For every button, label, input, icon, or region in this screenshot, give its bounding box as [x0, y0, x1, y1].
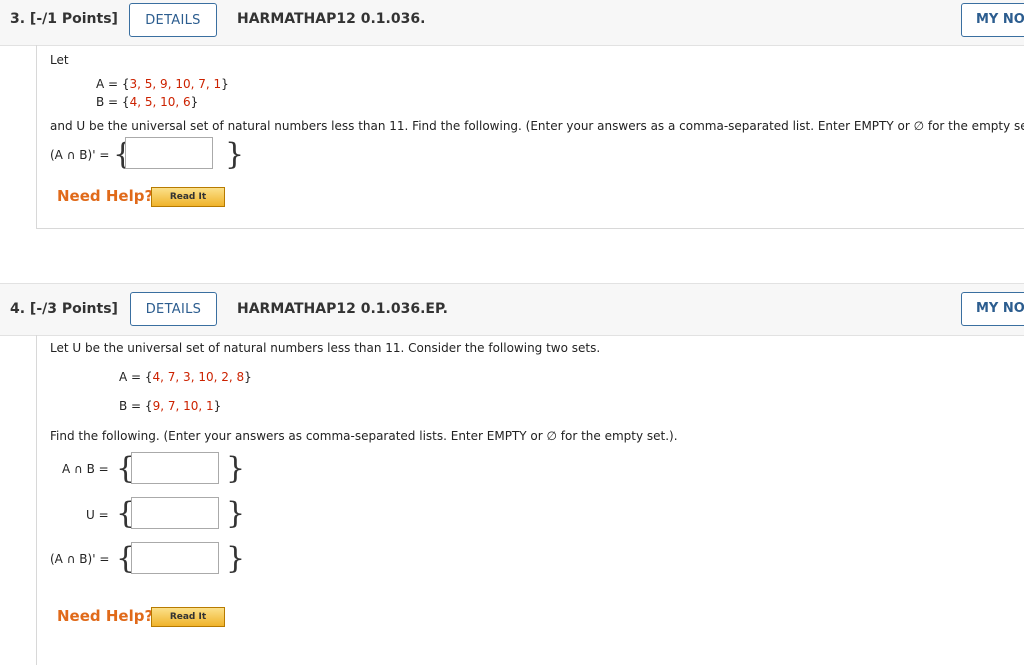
q4-set-a-values: 4, 7, 3, 10, 2, 8: [152, 370, 245, 384]
question-3-header: 3. [-/1 Points] DETAILS HARMATHAP12 0.1.…: [0, 0, 1024, 46]
q4-expr3-close-brace: }: [226, 541, 246, 576]
q3-read-it-button[interactable]: Read It: [151, 187, 225, 207]
question-4-details-button[interactable]: DETAILS: [130, 292, 217, 326]
question-4-code: HARMATHAP12 0.1.036.EP.: [237, 301, 448, 317]
q4-expr3-label: (A ∩ B)' =: [50, 552, 110, 566]
q3-let-label: Let: [50, 53, 69, 67]
q3-set-a: A = {3, 5, 9, 10, 7, 1}: [96, 77, 229, 91]
q3-set-b-values: 4, 5, 10, 6: [129, 95, 191, 109]
q4-read-it-button[interactable]: Read It: [151, 607, 225, 627]
q3-answer-1-input[interactable]: [125, 137, 213, 169]
q3-expr1-label: (A ∩ B)' =: [50, 148, 110, 162]
q4-expr2-label: U =: [86, 508, 109, 522]
question-3-code: HARMATHAP12 0.1.036.: [237, 11, 426, 27]
question-4-my-notes-button[interactable]: MY NO: [961, 292, 1024, 326]
q4-set-a: A = {4, 7, 3, 10, 2, 8}: [119, 370, 252, 384]
q4-answer-1-input[interactable]: [131, 452, 219, 484]
q4-answer-2-input[interactable]: [131, 497, 219, 529]
q3-need-help: Need Help?: [57, 187, 154, 205]
q4-set-b: B = {9, 7, 10, 1}: [119, 399, 222, 413]
q4-answer-3-input[interactable]: [131, 542, 219, 574]
question-4-number: 4. [-/3 Points]: [10, 301, 118, 317]
question-3-details-button[interactable]: DETAILS: [129, 3, 217, 37]
q4-expr1-label: A ∩ B =: [62, 462, 109, 476]
q3-close-brace: }: [225, 137, 245, 172]
q4-need-help: Need Help?: [57, 607, 154, 625]
question-4-header: 4. [-/3 Points] DETAILS HARMATHAP12 0.1.…: [0, 283, 1024, 336]
q4-expr1-close-brace: }: [226, 451, 246, 486]
question-3-number: 3. [-/1 Points]: [10, 11, 118, 27]
q4-intro: Let U be the universal set of natural nu…: [50, 341, 601, 355]
q4-expr2-close-brace: }: [226, 496, 246, 531]
q3-instructions: and U be the universal set of natural nu…: [50, 119, 1024, 133]
question-3-my-notes-button[interactable]: MY NO: [961, 3, 1024, 37]
q3-set-b: B = {4, 5, 10, 6}: [96, 95, 199, 109]
q4-instructions: Find the following. (Enter your answers …: [50, 429, 678, 443]
q4-set-b-values: 9, 7, 10, 1: [152, 399, 214, 413]
q3-set-a-values: 3, 5, 9, 10, 7, 1: [129, 77, 222, 91]
